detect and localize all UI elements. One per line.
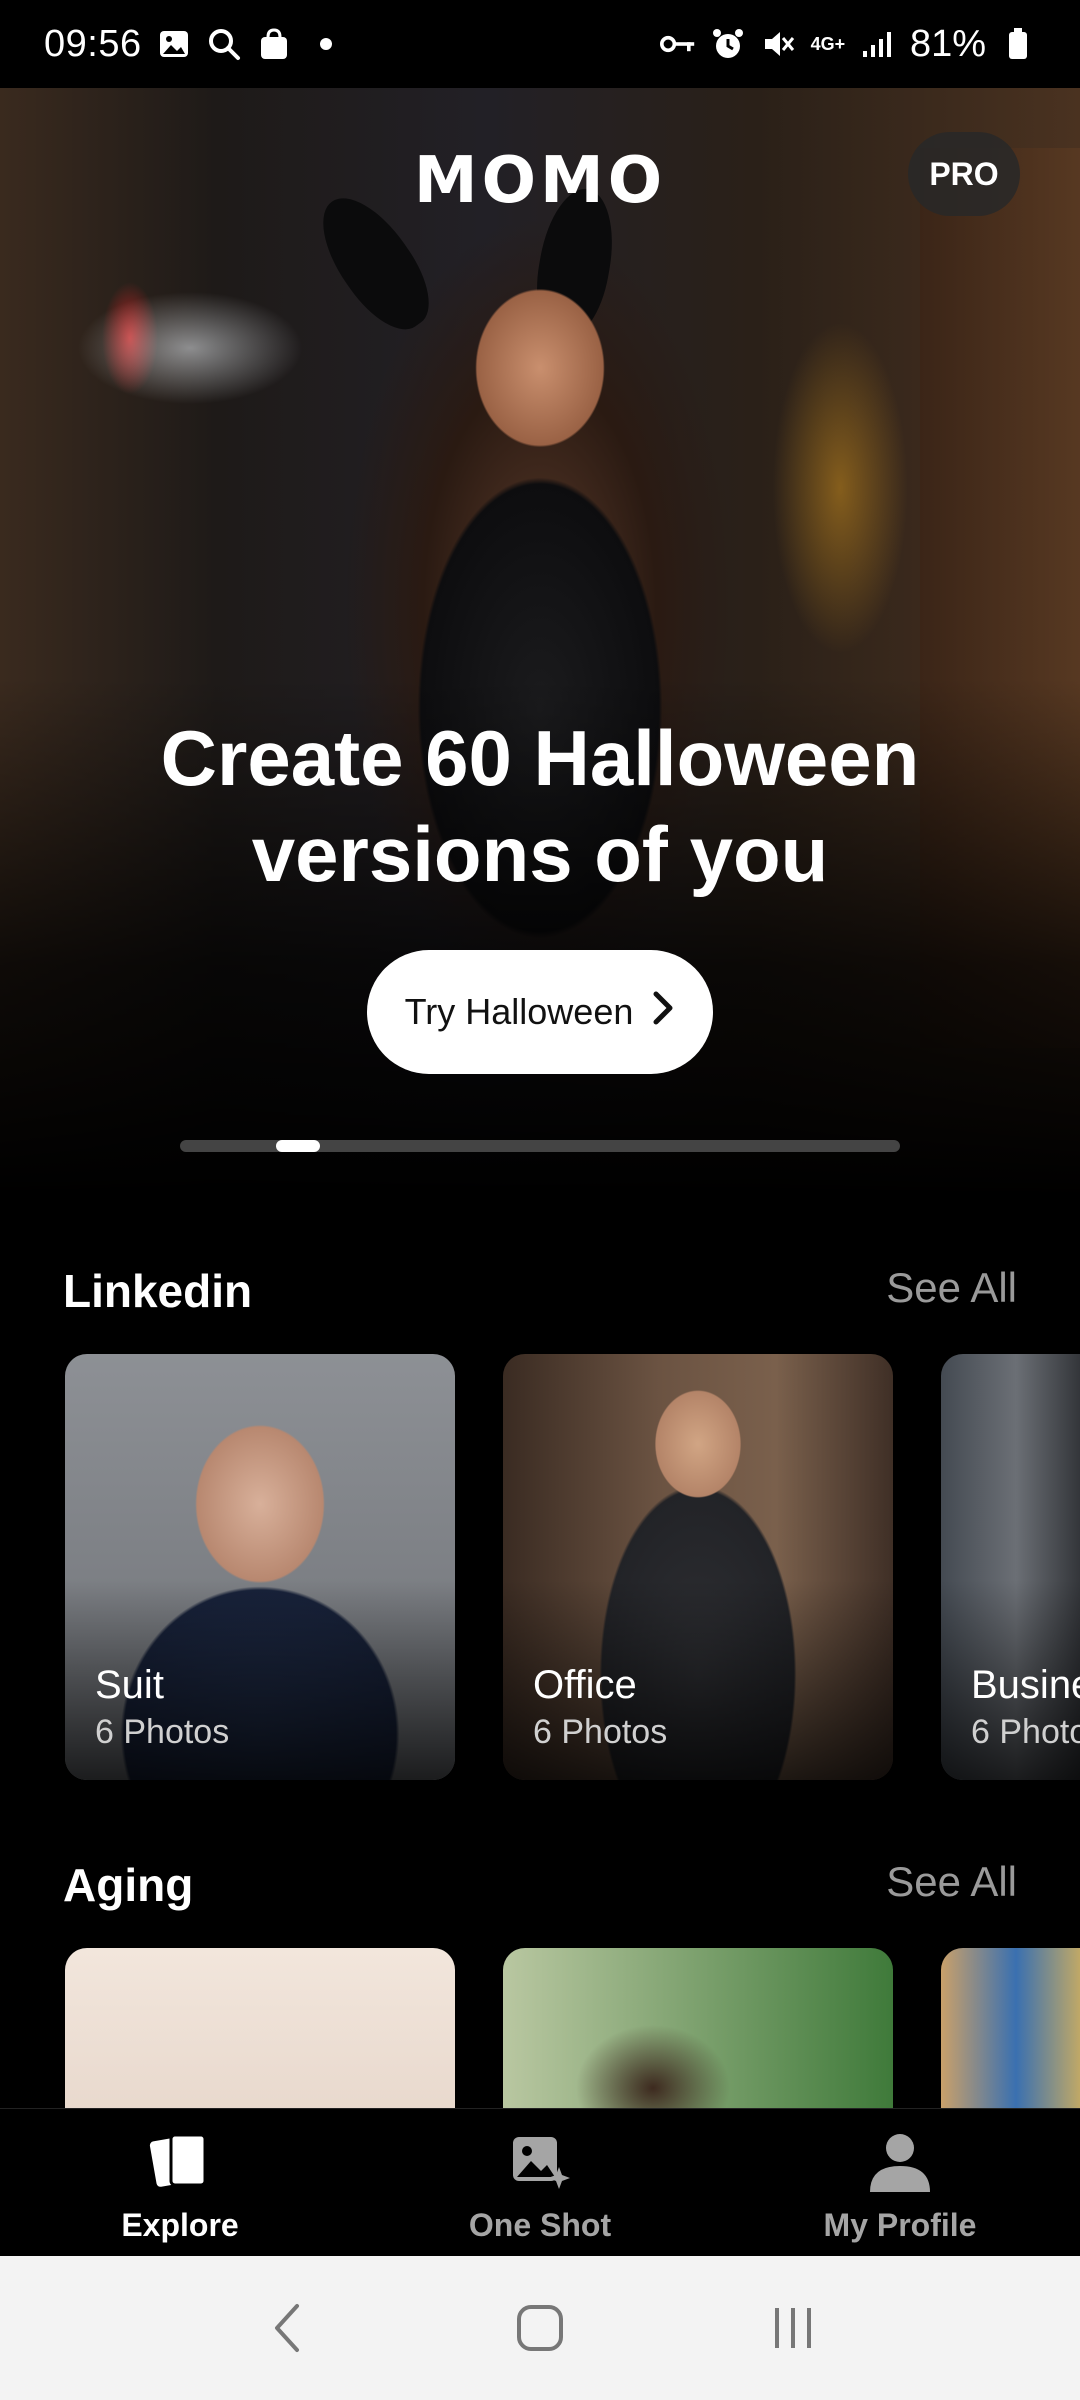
try-halloween-label: Try Halloween [404, 991, 634, 1032]
pro-button[interactable]: PRO [908, 132, 1020, 216]
hero-title-line2: versions of you [251, 810, 829, 898]
status-time: 09:56 [44, 22, 142, 65]
try-halloween-button[interactable]: Try Halloween [367, 950, 713, 1074]
nav-label: One Shot [468, 2207, 612, 2243]
carousel-progress-thumb [276, 1140, 320, 1152]
system-nav-bar [0, 2256, 1080, 2400]
network-4g-icon: 4G+ [810, 26, 846, 62]
see-all-link[interactable]: See All [886, 1858, 1017, 1906]
card-title: Busine [971, 1663, 1080, 1707]
carousel-progress [180, 1140, 900, 1152]
hero-title: Create 60 Halloween versions of you [0, 710, 1080, 902]
nav-one-shot[interactable]: One Shot [360, 2109, 720, 2256]
battery-percent: 81% [909, 22, 986, 65]
card-subtitle: 6 Photo [971, 1713, 1080, 1751]
style-card-office[interactable]: Office 6 Photos [503, 1354, 893, 1780]
status-bar: 09:56 4G+ 81% [0, 0, 1080, 88]
see-all-link[interactable]: See All [886, 1264, 1017, 1312]
status-bar-right: 4G+ 81% [659, 22, 1036, 66]
hero-background-door [920, 148, 1080, 1048]
card-row: Suit 6 Photos Office 6 Photos Busine 6 P… [65, 1354, 1080, 1780]
notification-dot [319, 38, 332, 50]
chevron-right-icon [651, 987, 675, 1037]
recents-icon[interactable] [753, 2288, 833, 2368]
search-icon [206, 26, 242, 62]
person-icon [865, 2127, 935, 2197]
cards-icon [145, 2127, 215, 2197]
nav-my-profile[interactable]: My Profile [720, 2109, 1080, 2256]
style-card-suit[interactable]: Suit 6 Photos [65, 1354, 455, 1780]
mute-icon [760, 26, 796, 62]
shopping-bag-icon [256, 26, 292, 62]
hero-banner[interactable]: MOMO PRO Create 60 Halloween versions of… [0, 88, 1080, 1198]
card-subtitle: 6 Photos [533, 1713, 668, 1751]
section-header: Linkedin See All [0, 1254, 1080, 1334]
section-linkedin: Linkedin See All Suit 6 Photos Office 6 … [0, 1254, 1080, 1780]
vpn-key-icon [659, 26, 696, 62]
hero-title-line1: Create 60 Halloween [160, 714, 920, 802]
nav-explore[interactable]: Explore [0, 2109, 360, 2256]
status-bar-left: 09:56 [44, 23, 332, 66]
bottom-nav: Explore One Shot My Profile [0, 2108, 1080, 2256]
nav-label: My Profile [823, 2207, 977, 2243]
nav-label: Explore [121, 2207, 239, 2243]
alarm-icon [710, 26, 746, 62]
network-label: 4G+ [810, 34, 846, 54]
back-icon[interactable] [247, 2288, 327, 2368]
section-title: Aging [63, 1859, 194, 1911]
style-card-business[interactable]: Busine 6 Photo [941, 1354, 1080, 1780]
gallery-icon [156, 26, 192, 62]
section-aging: Aging See All [0, 1848, 1080, 2374]
card-title: Suit [95, 1663, 164, 1707]
battery-icon [1000, 26, 1036, 62]
photo-sparkle-icon [505, 2127, 575, 2197]
home-icon[interactable] [500, 2288, 580, 2368]
section-title: Linkedin [63, 1265, 253, 1317]
signal-icon [860, 26, 896, 62]
section-header: Aging See All [0, 1848, 1080, 1928]
card-subtitle: 6 Photos [95, 1713, 230, 1751]
card-title: Office [533, 1663, 637, 1707]
